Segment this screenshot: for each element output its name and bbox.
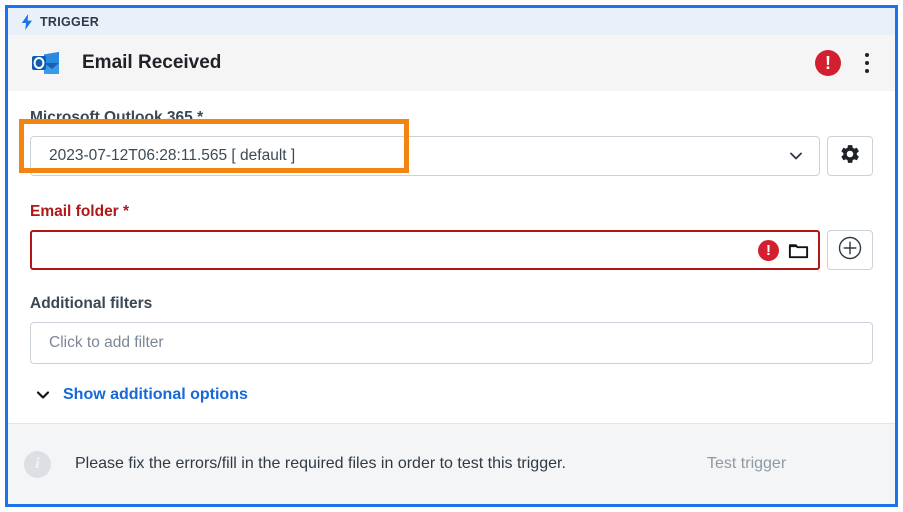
additional-filters-input[interactable]: Click to add filter [30, 322, 873, 364]
page-title: Email Received [82, 52, 222, 73]
trigger-label: TRIGGER [40, 14, 100, 29]
connection-select[interactable]: 2023-07-12T06:28:11.565 [ default ] [30, 136, 820, 176]
connection-settings-button[interactable] [827, 136, 873, 176]
header-actions: ! [815, 50, 877, 76]
email-folder-label: Email folder * [30, 203, 130, 220]
trigger-body: Microsoft Outlook 365 * 2023-07-12T06:28… [8, 91, 895, 423]
connection-row: 2023-07-12T06:28:11.565 [ default ] [30, 136, 873, 176]
folder-icon[interactable] [787, 239, 810, 262]
email-folder-row: ! [30, 230, 873, 270]
additional-filters-label: Additional filters [30, 295, 153, 312]
footer-message: Please fix the errors/fill in the requir… [75, 455, 566, 473]
test-trigger-button[interactable]: Test trigger [707, 455, 800, 473]
trigger-bar: TRIGGER [8, 8, 895, 35]
chevron-down-icon [34, 386, 52, 404]
lightning-bolt-icon [20, 13, 34, 30]
kebab-menu-icon[interactable] [857, 50, 877, 76]
microsoft-outlook-icon [30, 47, 62, 79]
trigger-card: TRIGGER Email Received ! Microsoft Outlo… [5, 5, 898, 507]
screenshot-root: TRIGGER Email Received ! Microsoft Outlo… [0, 0, 903, 512]
add-folder-button[interactable] [827, 230, 873, 270]
additional-filters-placeholder: Click to add filter [49, 334, 164, 351]
email-folder-input[interactable]: ! [30, 230, 820, 270]
gear-icon [839, 143, 861, 170]
connection-label: Microsoft Outlook 365 * [30, 109, 204, 126]
info-icon: i [24, 450, 51, 478]
plus-circle-icon [837, 235, 863, 266]
error-badge-icon[interactable]: ! [815, 50, 841, 76]
chevron-down-icon [787, 147, 805, 165]
connection-value: 2023-07-12T06:28:11.565 [ default ] [49, 147, 296, 164]
show-additional-options-label: Show additional options [63, 386, 248, 403]
trigger-footer: i Please fix the errors/fill in the requ… [8, 423, 895, 504]
field-error-icon: ! [758, 239, 779, 261]
trigger-header: Email Received ! [8, 35, 895, 91]
show-additional-options-toggle[interactable]: Show additional options [30, 386, 873, 404]
